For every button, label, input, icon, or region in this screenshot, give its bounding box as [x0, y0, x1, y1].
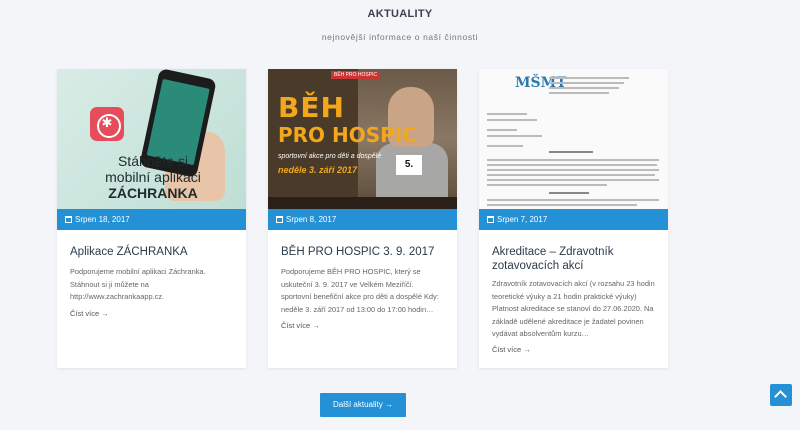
news-card-image[interactable]: MŠMT [479, 69, 668, 209]
news-title[interactable]: BĚH PRO HOSPIC 3. 9. 2017 [281, 245, 446, 259]
news-date: Srpen 7, 2017 [479, 209, 668, 230]
news-date: Srpen 18, 2017 [57, 209, 246, 230]
section-title: AKTUALITY [367, 8, 433, 20]
news-excerpt: Podporujeme BĚH PRO HOSPIC, který se usk… [281, 267, 439, 314]
calendar-icon [487, 216, 494, 223]
news-card-image[interactable]: 5. BĚH PRO HOSPIC BĚH PRO HOSPIC sportov… [268, 69, 457, 209]
news-excerpt: Zdravotník zotavovacích akcí (v rozsahu … [492, 279, 655, 338]
more-news-button[interactable]: Další aktuality → [320, 393, 406, 417]
image-caption: Stáhněte si mobilní aplikaci ZÁCHRANKA [105, 153, 201, 201]
calendar-icon [65, 216, 72, 223]
read-more-link[interactable]: Číst více → [70, 309, 109, 318]
image-heading-2: PRO HOSPIC [278, 123, 417, 147]
news-date: Srpen 8, 2017 [268, 209, 457, 230]
image-subtitle: sportovní akce pro děti a dospělé [278, 153, 382, 160]
read-more-link[interactable]: Číst více → [492, 345, 531, 354]
read-more-link[interactable]: Číst více → [281, 321, 320, 330]
news-card-image[interactable]: Stáhněte si mobilní aplikaci ZÁCHRANKA [57, 69, 246, 209]
chevron-up-icon[interactable] [770, 384, 792, 406]
race-bib: 5. [396, 155, 422, 175]
image-date: neděle 3. září 2017 [278, 165, 358, 175]
news-card: MŠMT Srpen 7, 2017 Akreditace – Zdravotn… [479, 69, 668, 368]
news-card: Stáhněte si mobilní aplikaci ZÁCHRANKA S… [57, 69, 246, 368]
event-logo: BĚH PRO HOSPIC [331, 71, 381, 79]
news-card: 5. BĚH PRO HOSPIC BĚH PRO HOSPIC sportov… [268, 69, 457, 368]
news-title[interactable]: Aplikace ZÁCHRANKA [70, 245, 235, 259]
news-excerpt: Podporujeme mobilní aplikaci Záchranka. … [70, 267, 206, 301]
section-subtitle: nejnovější informace o naší činnosti [321, 32, 479, 42]
zachranka-app-icon [90, 107, 124, 141]
news-title[interactable]: Akreditace – Zdravotník zotavovacích akc… [492, 245, 657, 273]
image-heading: BĚH [278, 91, 345, 124]
calendar-icon [276, 216, 283, 223]
ministry-logo: MŠMT [515, 75, 567, 91]
